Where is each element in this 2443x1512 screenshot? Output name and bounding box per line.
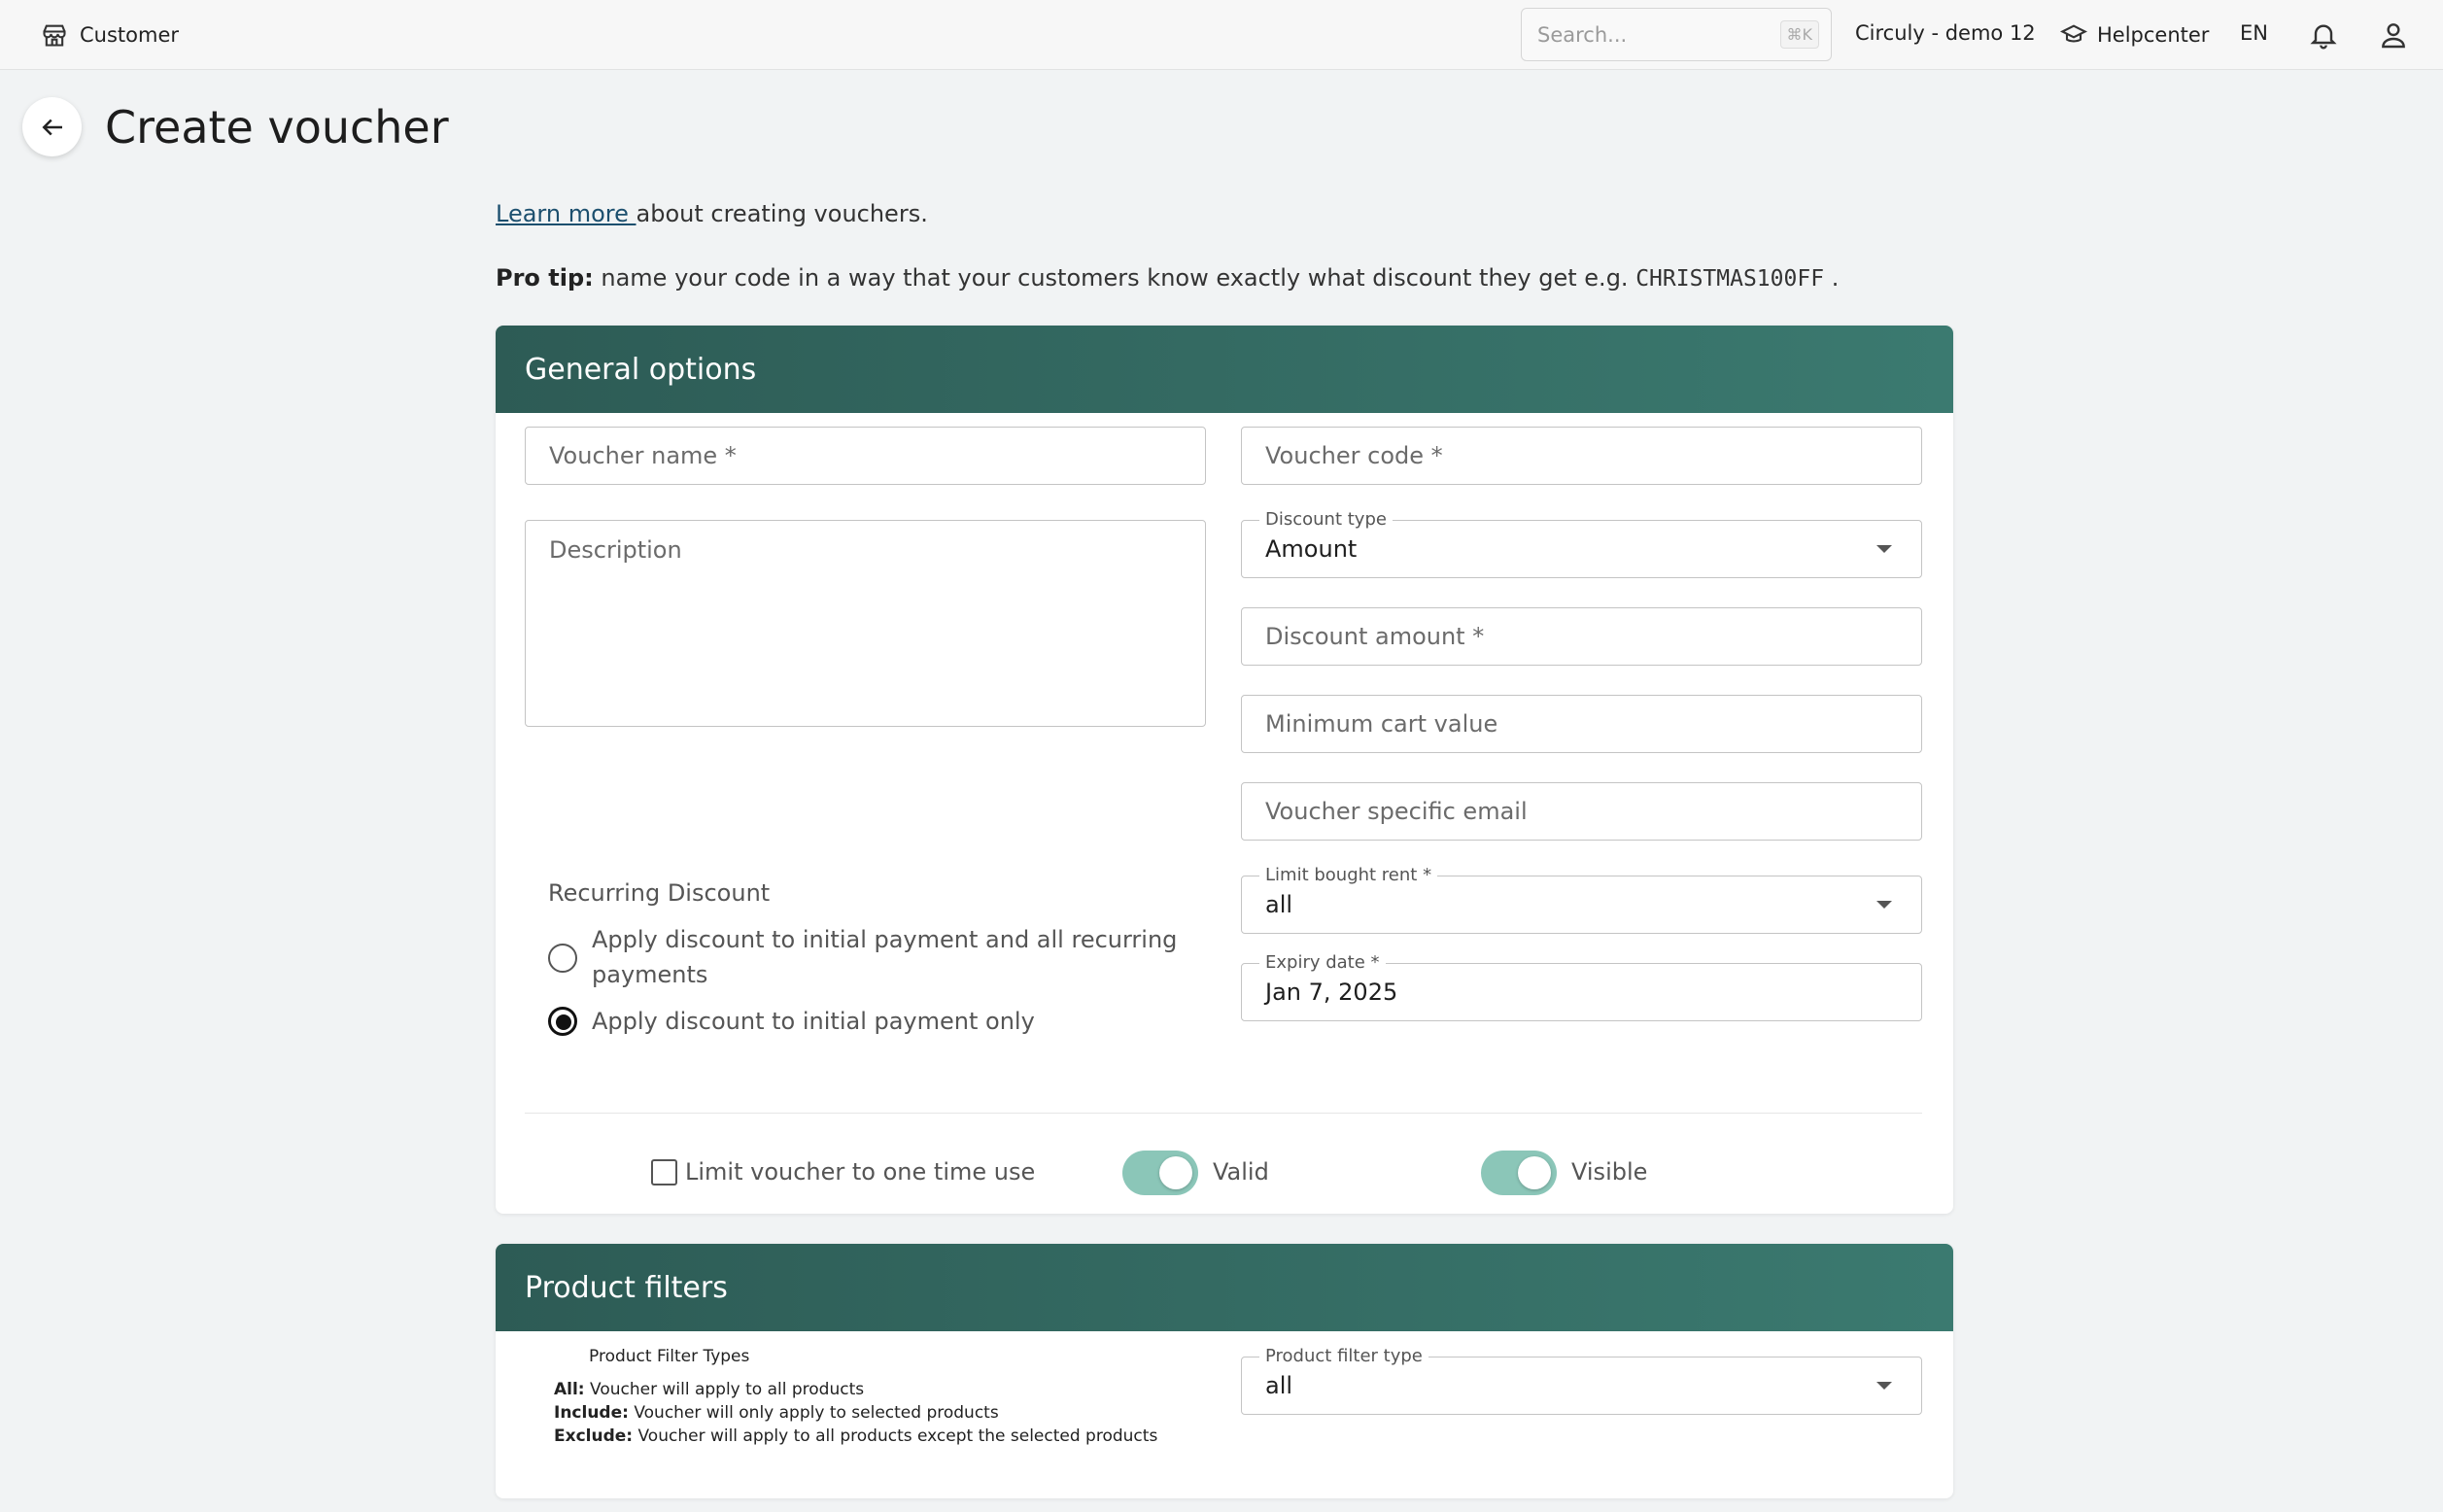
limit-bought-rent-value: all — [1265, 891, 1293, 918]
voucher-code-input[interactable]: Voucher code * — [1241, 427, 1922, 485]
discount-type-value: Amount — [1265, 535, 1358, 563]
bell-icon[interactable] — [2308, 19, 2339, 51]
visible-label: Visible — [1571, 1158, 1648, 1186]
valid-toggle[interactable] — [1122, 1151, 1198, 1195]
graduation-cap-icon — [2060, 24, 2087, 43]
shop-switcher[interactable]: Circuly - demo 12 — [1855, 21, 2036, 45]
filter-help-all-text: Voucher will apply to all products — [584, 1380, 865, 1399]
filter-help-all: All: Voucher will apply to all products — [554, 1378, 864, 1401]
voucher-name-placeholder: Voucher name * — [549, 442, 737, 469]
filter-help-include: Include: Voucher will only apply to sele… — [554, 1401, 999, 1425]
product-filter-type-value: all — [1265, 1372, 1293, 1399]
filter-help-exclude: Exclude: Voucher will apply to all produ… — [554, 1425, 1157, 1448]
one-time-use-label: Limit voucher to one time use — [685, 1158, 1036, 1186]
product-filters-header: Product filters — [496, 1244, 1953, 1331]
minimum-cart-placeholder: Minimum cart value — [1265, 710, 1498, 738]
back-button[interactable] — [22, 97, 82, 156]
helpcenter-label: Helpcenter — [2097, 23, 2210, 47]
filter-help-exclude-key: Exclude: — [554, 1426, 634, 1446]
brand-label: Customer — [80, 23, 180, 47]
brand[interactable]: Customer — [41, 21, 179, 49]
top-bar: Customer Search... ⌘K Circuly - demo 12 … — [0, 0, 2443, 70]
store-icon — [43, 24, 66, 47]
expiry-date-input[interactable]: Expiry date * Jan 7, 2025 — [1241, 952, 1922, 1021]
options-divider — [525, 1113, 1922, 1114]
user-icon[interactable] — [2378, 19, 2409, 51]
valid-label: Valid — [1213, 1158, 1269, 1186]
caret-down-icon — [1876, 901, 1892, 909]
discount-amount-input[interactable]: Discount amount * — [1241, 607, 1922, 666]
learn-more-rest: about creating vouchers. — [636, 200, 928, 227]
visible-toggle[interactable] — [1481, 1151, 1557, 1195]
product-filter-type-label: Product filter type — [1259, 1346, 1428, 1366]
caret-down-icon — [1876, 1382, 1892, 1390]
pro-tip-label: Pro tip: — [496, 264, 594, 292]
voucher-email-placeholder: Voucher specific email — [1265, 798, 1528, 825]
general-options-header: General options — [496, 326, 1953, 413]
voucher-name-input[interactable]: Voucher name * — [525, 427, 1206, 485]
filter-help-exclude-text: Voucher will apply to all products excep… — [633, 1426, 1158, 1446]
search-shortcut: ⌘K — [1779, 20, 1819, 49]
pro-tip: Pro tip: name your code in a way that yo… — [496, 264, 1839, 292]
discount-type-select[interactable]: Discount type Amount — [1241, 509, 1922, 578]
filter-help-include-text: Voucher will only apply to selected prod… — [628, 1403, 999, 1423]
filter-help-include-key: Include: — [554, 1403, 629, 1423]
search-placeholder: Search... — [1537, 22, 1628, 47]
general-options-card: General options Voucher name * Voucher c… — [496, 326, 1953, 1214]
minimum-cart-input[interactable]: Minimum cart value — [1241, 695, 1922, 753]
voucher-code-placeholder: Voucher code * — [1265, 442, 1443, 469]
learn-more-text: Learn more about creating vouchers. — [496, 200, 928, 227]
pro-tip-end: . — [1824, 264, 1840, 292]
voucher-email-input[interactable]: Voucher specific email — [1241, 782, 1922, 841]
radio-recurring-all-line2: payments — [592, 961, 708, 988]
helpcenter-link[interactable]: Helpcenter — [2060, 21, 2209, 49]
pro-tip-text: name your code in a way that your custom… — [593, 264, 1636, 292]
limit-bought-rent-label: Limit bought rent * — [1259, 865, 1438, 885]
search-input[interactable]: Search... ⌘K — [1521, 8, 1832, 61]
description-placeholder: Description — [549, 536, 682, 564]
filter-types-title: Product Filter Types — [589, 1347, 750, 1366]
learn-more-link[interactable]: Learn more — [496, 200, 637, 227]
radio-recurring-all-label[interactable]: Apply discount to initial payment and al… — [592, 922, 1177, 992]
discount-type-label: Discount type — [1259, 509, 1393, 530]
page-title: Create voucher — [105, 101, 449, 154]
language-selector[interactable]: EN — [2240, 21, 2268, 45]
language-label: EN — [2240, 21, 2268, 45]
limit-bought-rent-select[interactable]: Limit bought rent * all — [1241, 865, 1922, 934]
product-filter-type-select[interactable]: Product filter type all — [1241, 1346, 1922, 1415]
expiry-date-label: Expiry date * — [1259, 952, 1386, 973]
product-filters-card: Product filters Product Filter Types All… — [496, 1244, 1953, 1498]
radio-recurring-all-line1: Apply discount to initial payment and al… — [592, 926, 1178, 953]
pro-tip-code: CHRISTMAS100FF — [1635, 266, 1825, 292]
description-textarea[interactable]: Description — [525, 520, 1206, 727]
radio-initial-only-label[interactable]: Apply discount to initial payment only — [592, 1004, 1035, 1039]
one-time-use-checkbox[interactable] — [651, 1159, 677, 1186]
radio-recurring-all[interactable] — [548, 944, 577, 973]
expiry-date-value: Jan 7, 2025 — [1265, 979, 1398, 1006]
shop-name: Circuly - demo 12 — [1855, 21, 2036, 45]
discount-amount-placeholder: Discount amount * — [1265, 623, 1485, 650]
recurring-discount-label: Recurring Discount — [548, 879, 771, 907]
arrow-left-icon — [41, 119, 62, 135]
radio-initial-only[interactable] — [548, 1007, 577, 1036]
caret-down-icon — [1876, 545, 1892, 553]
filter-help-all-key: All: — [554, 1380, 585, 1399]
